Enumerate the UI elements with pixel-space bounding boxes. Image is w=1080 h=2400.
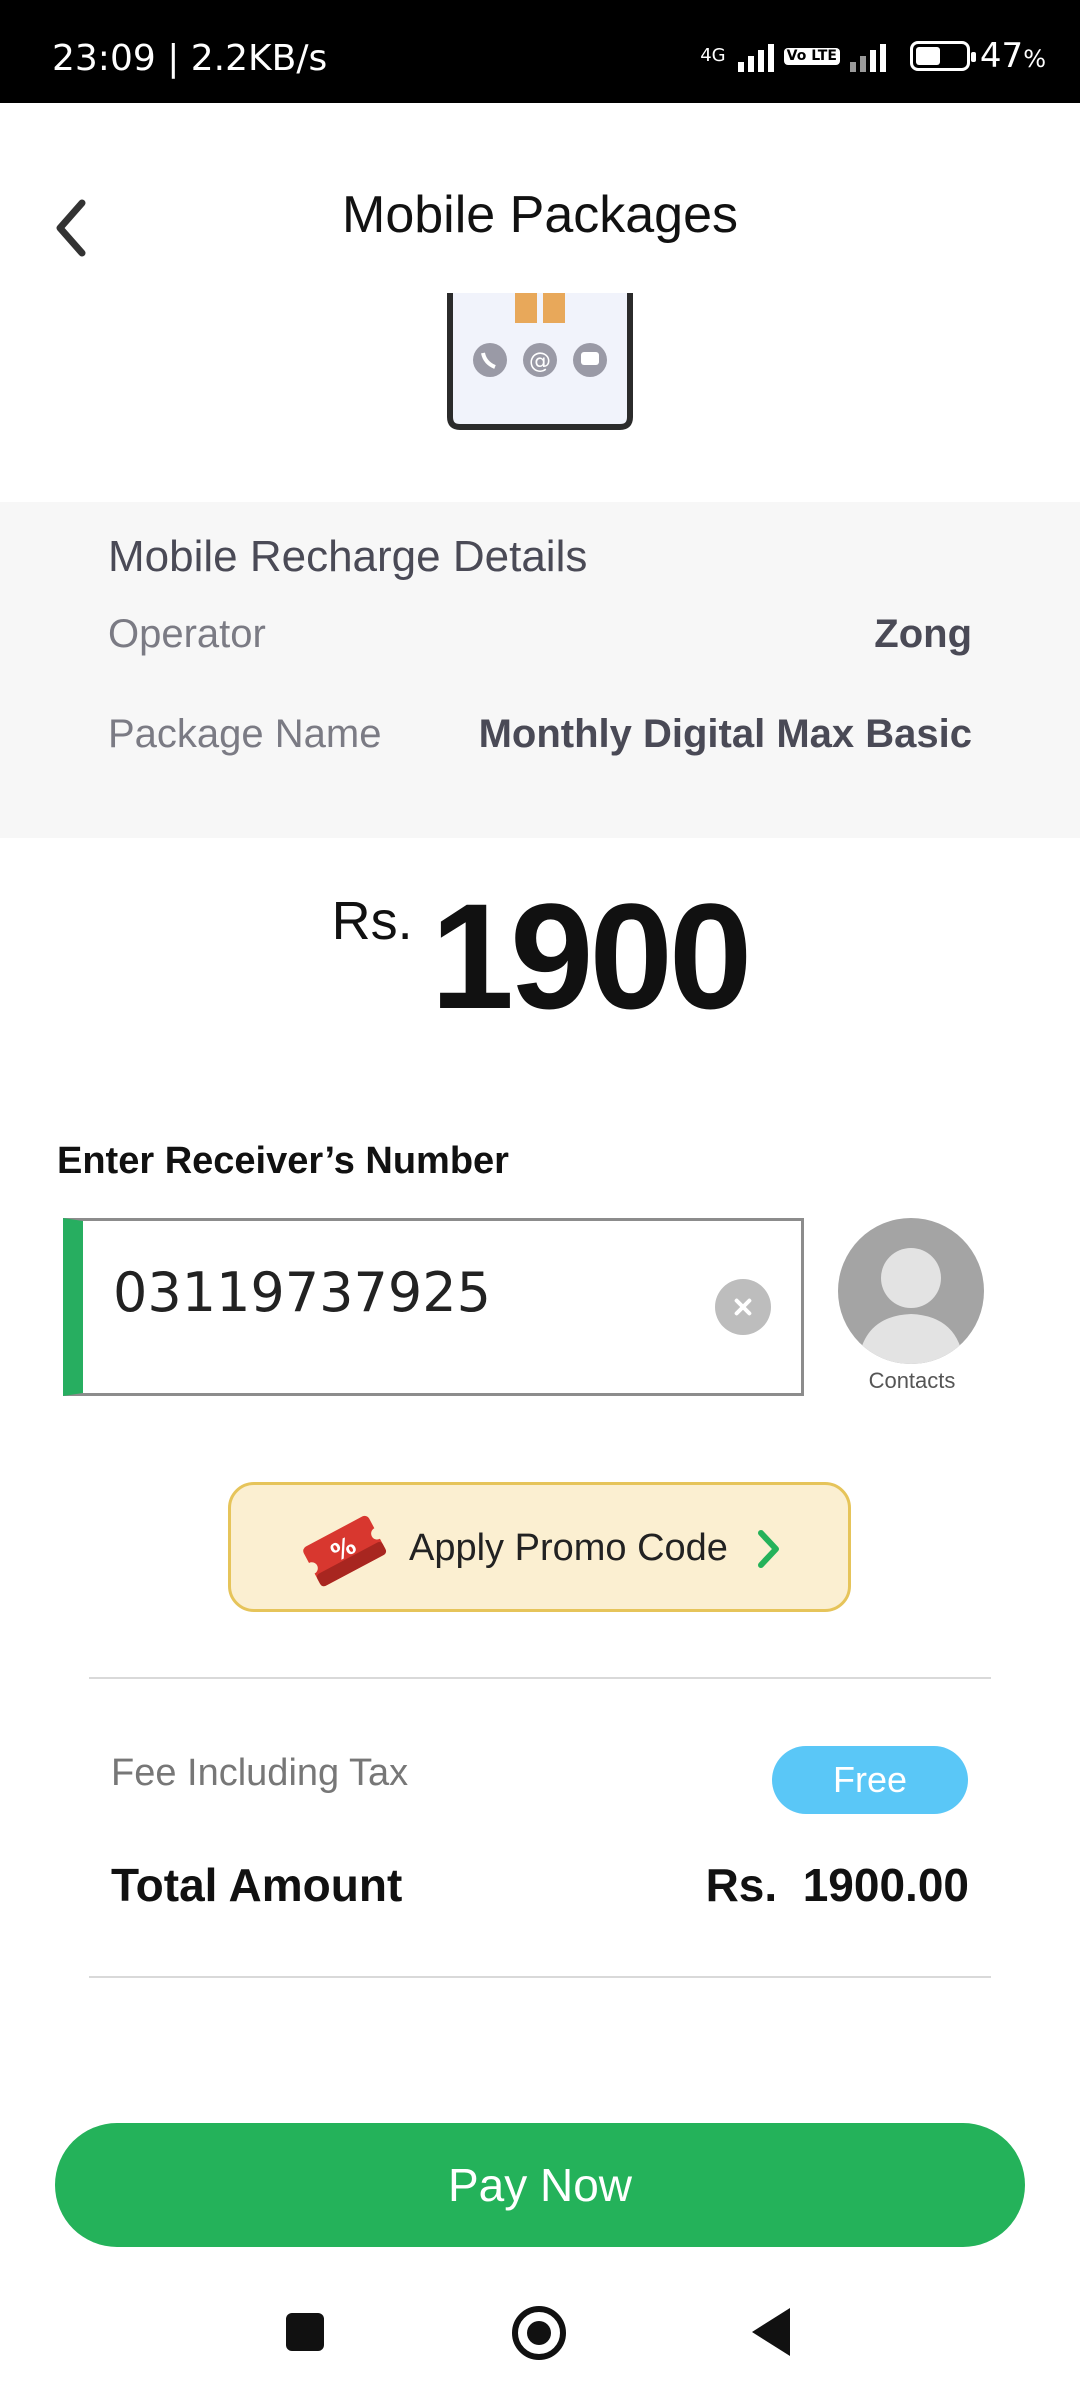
clear-input-button[interactable]: [715, 1279, 771, 1335]
fee-label: Fee Including Tax: [111, 1752, 409, 1794]
system-back-icon[interactable]: [752, 2308, 790, 2356]
svg-text:@: @: [529, 349, 551, 374]
network-speed: 2.2KB/s: [190, 38, 328, 79]
status-bar: 23:09 | 2.2KB/s 4G Vo LTE 47%: [0, 0, 1080, 103]
clock-text: 23:09: [52, 38, 156, 79]
page-title: Mobile Packages: [342, 186, 738, 244]
operator-label: Operator: [108, 612, 266, 656]
divider-bottom: [89, 1976, 991, 1978]
amount-currency: Rs.: [331, 891, 413, 951]
signal-icon-secondary: [849, 40, 886, 72]
apply-promo-button[interactable]: % Apply Promo Code: [228, 1482, 851, 1612]
recents-icon[interactable]: [286, 2313, 324, 2351]
contact-avatar-icon: [838, 1218, 984, 1364]
divider-top: [89, 1677, 991, 1679]
phone-package-icon: @: [447, 293, 633, 430]
pay-now-button[interactable]: Pay Now: [55, 2123, 1025, 2247]
receiver-number-field: [63, 1218, 804, 1396]
contacts-button[interactable]: Contacts: [838, 1218, 986, 1394]
coupon-icon: %: [303, 1515, 387, 1587]
amount-display: Rs. 1900: [0, 870, 1080, 1043]
receiver-number-input[interactable]: [113, 1261, 673, 1324]
recharge-details-panel: Mobile Recharge Details Operator Zong Pa…: [0, 502, 1080, 838]
package-illustration: @: [447, 293, 633, 430]
package-name-value: Monthly Digital Max Basic: [478, 712, 972, 756]
amount-value: 1900: [430, 872, 753, 1040]
details-heading: Mobile Recharge Details: [108, 532, 588, 581]
receiver-number-label: Enter Receiver’s Number: [57, 1140, 509, 1182]
total-amount-label: Total Amount: [111, 1859, 403, 1911]
fee-badge: Free: [772, 1746, 968, 1814]
chevron-right-icon: [758, 1530, 779, 1568]
status-icons: 4G Vo LTE 47%: [700, 36, 1046, 76]
total-amount-value: Rs. 1900.00: [705, 1859, 969, 1911]
status-time: 23:09 | 2.2KB/s: [52, 38, 328, 79]
detail-row-package: Package Name Monthly Digital Max Basic: [108, 712, 972, 757]
network-type-label: 4G: [700, 45, 726, 66]
battery-icon: [909, 41, 976, 71]
operator-value: Zong: [874, 612, 972, 656]
package-name-label: Package Name: [108, 712, 382, 756]
battery-level: 47%: [979, 36, 1046, 76]
promo-label: Apply Promo Code: [409, 1527, 728, 1569]
detail-row-operator: Operator Zong: [108, 612, 972, 657]
app-header: Mobile Packages: [0, 103, 1080, 293]
signal-icon: [737, 40, 774, 72]
system-nav-bar: [0, 2290, 1080, 2400]
contacts-label: Contacts: [868, 1368, 956, 1393]
home-icon[interactable]: [512, 2306, 566, 2360]
volte-icon: Vo LTE: [783, 47, 840, 65]
